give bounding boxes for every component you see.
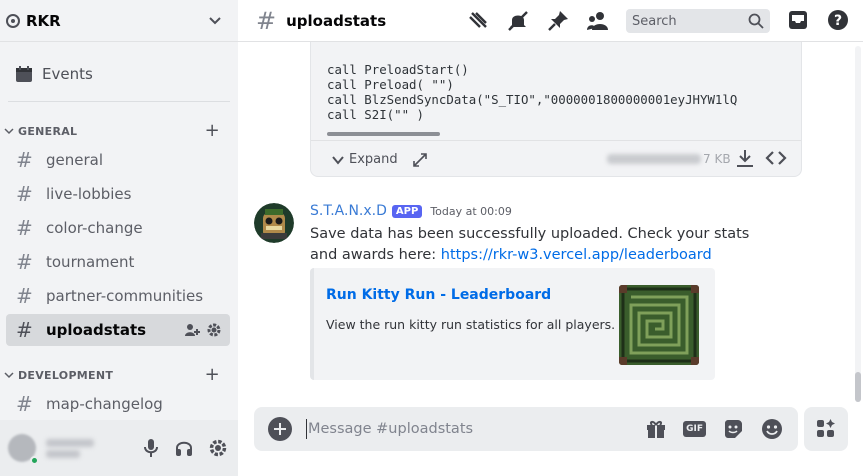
server-icon: [6, 13, 20, 28]
chat-main: # uploadstats Search ? call PreloadStart…: [238, 0, 863, 476]
channel-label: partner-communities: [46, 287, 204, 305]
message-header: S.T.A.N.x.D APP Today at 00:09: [310, 203, 512, 219]
expand-button[interactable]: Expand: [349, 152, 398, 167]
hash-icon: #: [16, 216, 33, 240]
sidebar-item-tournament[interactable]: # tournament: [6, 246, 230, 278]
status-online-indicator: [30, 456, 39, 465]
code-line: call BlzSendSyncData("S_TIO","0000001800…: [327, 92, 738, 107]
file-size: 7 KB: [703, 152, 731, 166]
code-scrollbar[interactable]: [327, 132, 440, 136]
filename-redacted: [607, 154, 701, 164]
invite-icon[interactable]: [184, 322, 200, 338]
chevron-down-icon: [4, 372, 14, 379]
channel-label: color-change: [46, 219, 143, 237]
hash-icon: #: [16, 148, 33, 172]
inbox-icon[interactable]: [786, 8, 810, 32]
text-cursor: [306, 419, 307, 439]
apps-button[interactable]: [804, 407, 848, 451]
code-line: call PreloadStart(): [327, 62, 469, 77]
hash-icon: #: [256, 6, 277, 35]
sidebar-item-map-changelog[interactable]: # map-changelog: [6, 388, 230, 420]
code-line: call Preload( ""): [327, 77, 454, 92]
code-attachment-footer: Expand 7 KB: [311, 142, 801, 176]
search-placeholder: Search: [632, 13, 677, 29]
code-attachment: call PreloadStart() call Preload( "") call…: [310, 42, 802, 177]
code-preview: call PreloadStart() call Preload( "") call…: [327, 62, 797, 122]
settings-icon[interactable]: [206, 322, 222, 338]
user-info-redacted: [46, 436, 142, 461]
message-content: Save data has been successfully uploaded…: [310, 224, 780, 266]
help-icon[interactable]: ?: [826, 8, 850, 32]
members-icon[interactable]: [586, 9, 610, 33]
leaderboard-link[interactable]: https://rkr-w3.vercel.app/leaderboard: [441, 247, 712, 263]
sidebar-item-uploadstats[interactable]: # uploadstats: [6, 314, 230, 346]
hash-icon: #: [16, 284, 33, 308]
settings-icon[interactable]: [208, 438, 228, 458]
chevron-down-icon[interactable]: [331, 153, 345, 167]
server-name: RKR: [26, 11, 61, 30]
mute-icon[interactable]: [506, 9, 530, 33]
calendar-icon: [16, 66, 32, 82]
category-label: GENERAL: [18, 124, 78, 138]
sticker-icon[interactable]: [722, 418, 744, 440]
hash-icon: #: [16, 182, 33, 206]
pin-icon[interactable]: [546, 9, 570, 33]
divider: [311, 140, 801, 141]
gift-icon[interactable]: [645, 418, 667, 440]
search-icon: [748, 13, 764, 29]
channel-label: general: [46, 151, 104, 169]
author-name[interactable]: S.T.A.N.x.D: [310, 203, 387, 219]
sidebar-item-general[interactable]: # general: [6, 144, 230, 176]
category-general[interactable]: GENERAL +: [0, 121, 238, 141]
message-timestamp: Today at 00:09: [430, 204, 512, 218]
events-label: Events: [42, 65, 93, 83]
divider: [8, 101, 230, 102]
chat-scrollbar-track[interactable]: [855, 46, 861, 402]
gif-button[interactable]: GIF: [683, 421, 706, 437]
hash-icon: #: [16, 250, 33, 274]
sidebar-item-events[interactable]: Events: [8, 58, 230, 90]
chevron-down-icon: [4, 128, 14, 135]
embed-title[interactable]: Run Kitty Run - Leaderboard: [326, 287, 551, 303]
add-icon[interactable]: [268, 417, 292, 441]
hash-icon: #: [16, 318, 33, 342]
app-badge: APP: [391, 204, 423, 218]
bot-avatar[interactable]: [254, 203, 294, 243]
add-channel-icon[interactable]: +: [205, 122, 220, 140]
sidebar-item-color-change[interactable]: # color-change: [6, 212, 230, 244]
search-input[interactable]: Search: [626, 9, 770, 33]
channel-sidebar: RKR Events GENERAL + # general # live-lo…: [0, 0, 238, 476]
apps-icon: [817, 419, 835, 437]
category-development[interactable]: DEVELOPMENT +: [0, 365, 238, 385]
hash-icon: #: [16, 392, 33, 416]
chat-scrollbar-thumb[interactable]: [855, 372, 861, 402]
user-panel: [0, 420, 238, 476]
embed-thumbnail[interactable]: [619, 285, 699, 365]
category-label: DEVELOPMENT: [18, 368, 114, 382]
external-icon[interactable]: [412, 152, 428, 168]
code-line: call S2I("" ): [327, 107, 424, 122]
chevron-down-icon[interactable]: [208, 14, 222, 28]
emoji-icon[interactable]: [760, 417, 784, 441]
code-icon[interactable]: [765, 148, 787, 168]
sidebar-item-partner-communities[interactable]: # partner-communities: [6, 280, 230, 312]
download-icon[interactable]: [735, 148, 755, 168]
link-embed: Run Kitty Run - Leaderboard View the run…: [310, 268, 715, 380]
channel-label: map-changelog: [46, 395, 163, 413]
channel-label: tournament: [46, 253, 135, 271]
svg-text:?: ?: [834, 13, 842, 29]
server-header[interactable]: RKR: [0, 0, 238, 42]
message-input[interactable]: [308, 421, 646, 437]
embed-description: View the run kitty run statistics for al…: [326, 317, 616, 332]
channel-header: # uploadstats Search ?: [238, 0, 863, 42]
message-composer: GIF: [254, 407, 798, 451]
sidebar-item-live-lobbies[interactable]: # live-lobbies: [6, 178, 230, 210]
add-channel-icon[interactable]: +: [205, 366, 220, 384]
channel-title: uploadstats: [286, 11, 387, 30]
channel-label: live-lobbies: [46, 185, 132, 203]
threads-icon[interactable]: [466, 9, 490, 33]
headphones-icon[interactable]: [174, 438, 194, 458]
mic-icon[interactable]: [142, 438, 160, 458]
channel-label: uploadstats: [46, 321, 147, 339]
